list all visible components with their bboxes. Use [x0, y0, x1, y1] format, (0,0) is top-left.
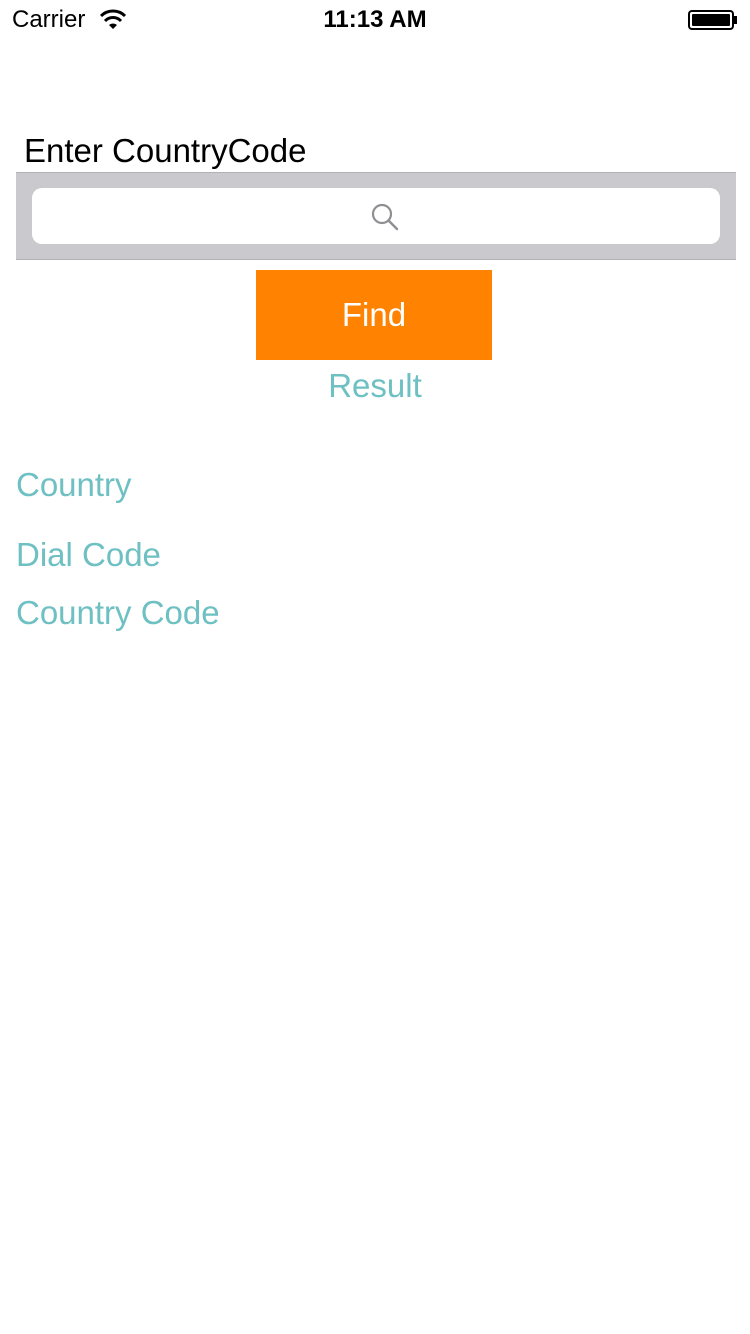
country-label: Country [16, 466, 132, 503]
search-bar [16, 172, 736, 260]
country-code-label: Country Code [16, 594, 220, 631]
status-time: 11:13 AM [323, 6, 427, 33]
search-input[interactable] [32, 188, 720, 244]
search-field[interactable] [32, 188, 720, 244]
dial-code-label: Dial Code [16, 536, 161, 573]
result-heading: Result [328, 367, 422, 404]
find-button[interactable]: Find [256, 270, 492, 360]
battery-icon [688, 10, 737, 30]
status-bar: Carrier 11:13 AM [0, 0, 750, 40]
enter-country-code-label: Enter CountryCode [24, 132, 307, 169]
